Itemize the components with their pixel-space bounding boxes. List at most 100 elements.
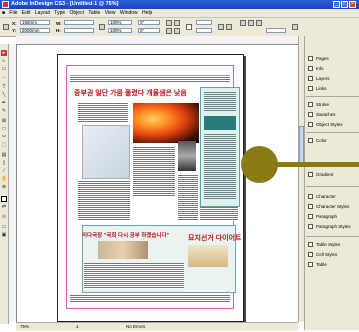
- stroke-weight-field[interactable]: [196, 20, 212, 25]
- page-number[interactable]: 1: [76, 324, 79, 329]
- corner-options-field[interactable]: [266, 28, 286, 33]
- scale-x-field[interactable]: 100%: [108, 20, 132, 25]
- selection-tool-icon[interactable]: ▸: [1, 50, 7, 56]
- fill-icon[interactable]: [186, 24, 192, 30]
- drop-shadow-icon[interactable]: [256, 20, 262, 26]
- panel-dock: Pages Info Layers Links Stroke Swatches …: [304, 36, 359, 330]
- footer-text-block: [70, 295, 230, 303]
- normal-view-icon[interactable]: ▭: [1, 224, 7, 230]
- rectangle-frame-tool-icon[interactable]: ⊠: [1, 118, 7, 124]
- panel-pages[interactable]: Pages: [306, 54, 359, 63]
- effects-icon[interactable]: [248, 20, 254, 26]
- maximize-button[interactable]: □: [341, 1, 348, 8]
- menu-icon[interactable]: ■: [2, 9, 5, 17]
- feature-photo-right[interactable]: [188, 245, 228, 267]
- menu-view[interactable]: View: [105, 9, 116, 17]
- preview-mode-icon[interactable]: ▣: [1, 232, 7, 238]
- page-tool-icon[interactable]: ▭: [1, 66, 7, 72]
- panel-table[interactable]: Table: [306, 260, 359, 269]
- panel-links[interactable]: Links: [306, 84, 359, 93]
- direct-selection-tool-icon[interactable]: ▹: [1, 58, 7, 64]
- panel-object-styles[interactable]: Object Styles: [306, 120, 359, 129]
- menu-help[interactable]: Help: [142, 9, 152, 17]
- free-transform-tool-icon[interactable]: ⬚: [1, 142, 7, 148]
- flip-horizontal-icon[interactable]: [174, 20, 180, 26]
- type-tool-icon[interactable]: T: [1, 84, 7, 90]
- feature-headline-right: 묘지선거 다이어트: [188, 235, 242, 242]
- minimize-button[interactable]: _: [333, 1, 340, 8]
- bridge-icon[interactable]: [292, 24, 298, 30]
- menu-file[interactable]: File: [9, 9, 17, 17]
- scissors-tool-icon[interactable]: ✂: [1, 134, 7, 140]
- select-container-icon[interactable]: [218, 24, 224, 30]
- panel-character[interactable]: Character: [306, 192, 359, 201]
- line-tool-icon[interactable]: ╲: [1, 92, 7, 98]
- panel-layers[interactable]: Layers: [306, 74, 359, 83]
- rectangle-tool-icon[interactable]: □: [1, 126, 7, 132]
- hand-tool-icon[interactable]: ✋: [1, 176, 7, 182]
- y-field[interactable]: 2000mm: [20, 28, 50, 33]
- object-styles-icon: [308, 122, 313, 127]
- shear-field[interactable]: 0°: [138, 28, 160, 33]
- gradient-tool-icon[interactable]: ▤: [1, 152, 7, 158]
- gap-tool-icon[interactable]: ↔: [1, 74, 7, 80]
- feature-photo-left[interactable]: [98, 241, 148, 259]
- title-bar: Adobe InDesign CS3 - [Untitled-1 @ 75%] …: [0, 0, 359, 9]
- stroke-type-field[interactable]: [196, 28, 212, 33]
- select-content-icon[interactable]: [226, 24, 232, 30]
- panel-info[interactable]: Info: [306, 64, 359, 73]
- swap-fill-stroke-icon[interactable]: ⇄: [1, 204, 7, 210]
- y-label: Y:: [12, 28, 17, 33]
- flip-vertical-icon[interactable]: [174, 28, 180, 34]
- sidebar-listing: [204, 134, 236, 200]
- pencil-tool-icon[interactable]: ✎: [1, 108, 7, 114]
- fire-photo[interactable]: [133, 103, 199, 143]
- note-tool-icon[interactable]: ▯: [1, 160, 7, 166]
- panel-cell-styles[interactable]: Cell Styles: [306, 250, 359, 259]
- fill-swatch-icon[interactable]: [1, 196, 7, 202]
- horizontal-ruler[interactable]: [16, 36, 298, 45]
- x-label: X:: [12, 21, 17, 26]
- menu-layout[interactable]: Layout: [35, 9, 50, 17]
- panel-table-styles[interactable]: Table Styles: [306, 240, 359, 249]
- text-wrap-icon[interactable]: [240, 20, 246, 26]
- callout-marker: [241, 146, 278, 183]
- menu-edit[interactable]: Edit: [22, 9, 31, 17]
- sidebar-box[interactable]: [200, 87, 240, 207]
- constrain-proportions-icon[interactable]: [99, 24, 105, 30]
- menu-object[interactable]: Object: [70, 9, 84, 17]
- paragraph-icon: [308, 214, 313, 219]
- panel-color[interactable]: Color: [306, 136, 359, 145]
- rotate-field[interactable]: 0°: [138, 20, 160, 25]
- panel-character-styles[interactable]: Character Styles: [306, 202, 359, 211]
- panel-separator: [306, 236, 359, 237]
- map-graphic[interactable]: [82, 125, 130, 179]
- eyedropper-tool-icon[interactable]: ⁄: [1, 168, 7, 174]
- panel-paragraph[interactable]: Paragraph: [306, 212, 359, 221]
- close-button[interactable]: ×: [349, 1, 356, 8]
- side-text-block: [178, 175, 198, 221]
- menu-window[interactable]: Window: [120, 9, 138, 17]
- h-field[interactable]: [64, 28, 94, 33]
- menu-table[interactable]: Table: [88, 9, 100, 17]
- x-field[interactable]: 158mm: [20, 20, 50, 25]
- zoom-level[interactable]: 75%: [20, 324, 29, 329]
- panel-swatches[interactable]: Swatches: [306, 110, 359, 119]
- document-page[interactable]: 중부권 일단 가뭄 풀렸다 개울샘은 낮음 리다국장 "국회 다시 공부 하겠습…: [57, 54, 244, 322]
- panel-stroke[interactable]: Stroke: [306, 100, 359, 109]
- apply-none-icon[interactable]: ⊘: [1, 214, 7, 220]
- sidebar-footer-text: [200, 207, 238, 221]
- rotate-90-cw-icon[interactable]: [166, 20, 172, 26]
- menu-type[interactable]: Type: [54, 9, 65, 17]
- vertical-ruler[interactable]: [8, 44, 17, 322]
- lead-text-block: [78, 103, 128, 123]
- reference-point-icon[interactable]: [3, 24, 9, 30]
- w-field[interactable]: [64, 20, 94, 25]
- portrait-photo[interactable]: [178, 141, 196, 171]
- panel-paragraph-styles[interactable]: Paragraph Styles: [306, 222, 359, 231]
- rotate-90-ccw-icon[interactable]: [166, 28, 172, 34]
- panel-gradient[interactable]: Gradient: [306, 170, 359, 179]
- zoom-tool-icon[interactable]: ⊕: [1, 184, 7, 190]
- pen-tool-icon[interactable]: ✒: [1, 100, 7, 106]
- scale-y-field[interactable]: 100%: [108, 28, 132, 33]
